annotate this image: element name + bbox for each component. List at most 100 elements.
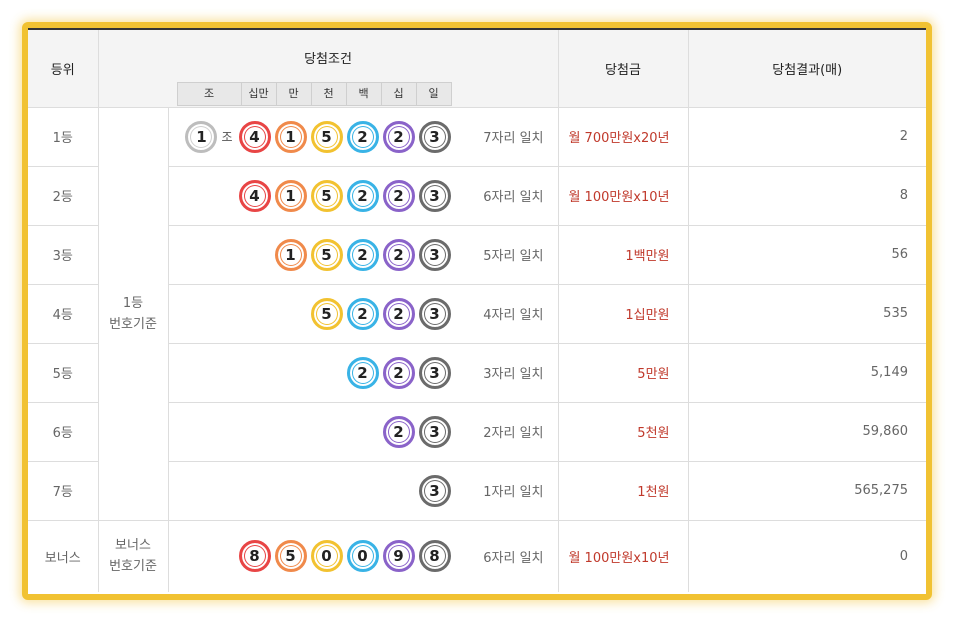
number-ball: 3 [418,120,451,153]
basis-cell: 보너스번호기준 [97,520,168,592]
table-row: 1등 1등 번호기준 1 조 4 1 5 2 2 3 7자리 일치 월 700만원x20년 2 [28,107,926,521]
rank-cell: 7등 [28,461,98,521]
number-ball: 5 [310,238,343,271]
prize-cell: 5만원 [557,343,688,403]
rank-header: 등위 [28,28,98,108]
winning-results-table: 등위 당첨조건 조 십만 만 천 백 십 일 당첨금 당첨결과(매) 1등 1등… [28,28,926,592]
jo-label: 조 [221,130,233,144]
number-ball: 2 [382,120,415,153]
match-label: 1자리 일치 [483,485,544,500]
rank-cell: 1등 [28,107,98,167]
match-label: 6자리 일치 [483,550,544,566]
condition-cell: 3 1자리 일치 [167,461,558,521]
number-balls: 15223 [169,238,451,271]
jo-ball: 1 [185,120,218,153]
condition-cell: 8 5 0 0 9 8 6자리 일치 [167,520,558,592]
number-ball: 4 [238,120,271,153]
number-balls: 223 [169,356,451,389]
number-balls: 5223 [169,297,451,330]
match-label: 2자리 일치 [483,426,544,441]
result-cell: 2 [687,107,926,167]
number-ball: 3 [418,415,451,448]
number-ball: 1 [274,179,307,212]
prize-cell: 1천원 [557,461,688,521]
match-label: 6자리 일치 [483,190,544,205]
number-ball: 1 [274,238,307,271]
digit-label-10k: 만 [277,83,312,105]
result-cell: 0 [687,520,926,592]
rank-cell: 6등 [28,402,98,462]
number-ball: 3 [418,356,451,389]
number-ball: 0 [310,540,343,573]
prize-cell: 1백만원 [557,225,688,285]
table-row: 보너스 보너스 번호기준 8 5 0 0 9 8 6자리 일치 월 100만원x10년 0 [28,520,926,592]
result-frame: 등위 당첨조건 조 십만 만 천 백 십 일 당첨금 당첨결과(매) 1등 1등… [22,22,932,600]
condition-header-label: 당첨조건 [304,52,352,67]
number-ball: 2 [346,297,379,330]
result-cell: 56 [687,225,926,285]
result-cell: 5,149 [687,343,926,403]
digit-label-100: 백 [347,83,382,105]
match-label: 4자리 일치 [483,308,544,323]
number-ball: 2 [382,415,415,448]
result-cell: 535 [687,284,926,344]
digit-label-1: 일 [417,83,452,105]
number-ball: 9 [382,540,415,573]
number-balls: 415223 [169,179,451,212]
condition-cell: 4 1 5 2 2 3 6자리 일치 [167,166,558,226]
number-balls: 1조415223 [169,120,451,153]
rank-cell: 2등 [28,166,98,226]
number-ball: 2 [346,179,379,212]
basis-cell: 1등 번호기준 [97,107,168,521]
digit-subheader: 조 십만 만 천 백 십 일 [176,82,452,106]
basis-label: 보너스 [115,538,151,554]
prize-cell: 5천원 [557,402,688,462]
rank-cell: 5등 [28,343,98,403]
number-balls: 3 [169,474,451,507]
rank-cell: 4등 [28,284,98,344]
condition-cell: 1 조 4 1 5 2 2 3 7자리 일치 [167,107,558,167]
digit-label-1k: 천 [312,83,347,105]
number-ball: 2 [382,238,415,271]
number-ball: 3 [418,474,451,507]
basis-label: 번호기준 [109,316,157,332]
number-ball: 2 [346,238,379,271]
digit-label-10: 십 [382,83,417,105]
number-ball: 2 [382,356,415,389]
number-balls: 850098 [169,540,451,573]
prize-header: 당첨금 [557,28,688,108]
number-ball: 5 [310,297,343,330]
result-cell: 59,860 [687,402,926,462]
table-header-row: 등위 당첨조건 조 십만 만 천 백 십 일 당첨금 당첨결과(매) [28,28,926,108]
condition-cell: 5 2 2 3 4자리 일치 [167,284,558,344]
condition-header: 당첨조건 조 십만 만 천 백 십 일 [97,28,558,108]
rank-cell: 보너스 [44,550,81,566]
number-ball: 2 [346,356,379,389]
match-label: 7자리 일치 [483,131,544,146]
number-ball: 3 [418,297,451,330]
number-ball: 3 [418,238,451,271]
number-ball: 5 [274,540,307,573]
number-ball: 2 [382,297,415,330]
number-ball: 4 [238,179,271,212]
match-label: 3자리 일치 [483,367,544,382]
prize-cell: 월 100만원x10년 [557,166,688,226]
rank-cell: 3등 [28,225,98,285]
condition-cell: 1 5 2 2 3 5자리 일치 [167,225,558,285]
number-ball: 8 [418,540,451,573]
prize-cell: 1십만원 [557,284,688,344]
number-ball: 1 [274,120,307,153]
digit-label-jo: 조 [178,83,242,105]
prize-cell: 월 700만원x20년 [557,107,688,167]
number-ball: 2 [382,179,415,212]
condition-cell: 2 3 2자리 일치 [167,402,558,462]
digit-label-100k: 십만 [242,83,277,105]
prize-cell: 월 100만원x10년 [557,520,688,592]
result-cell: 8 [687,166,926,226]
number-ball: 8 [238,540,271,573]
match-label: 5자리 일치 [483,249,544,264]
result-cell: 565,275 [687,461,926,521]
number-balls: 23 [169,415,451,448]
basis-label: 번호기준 [109,559,157,575]
number-ball: 5 [310,120,343,153]
